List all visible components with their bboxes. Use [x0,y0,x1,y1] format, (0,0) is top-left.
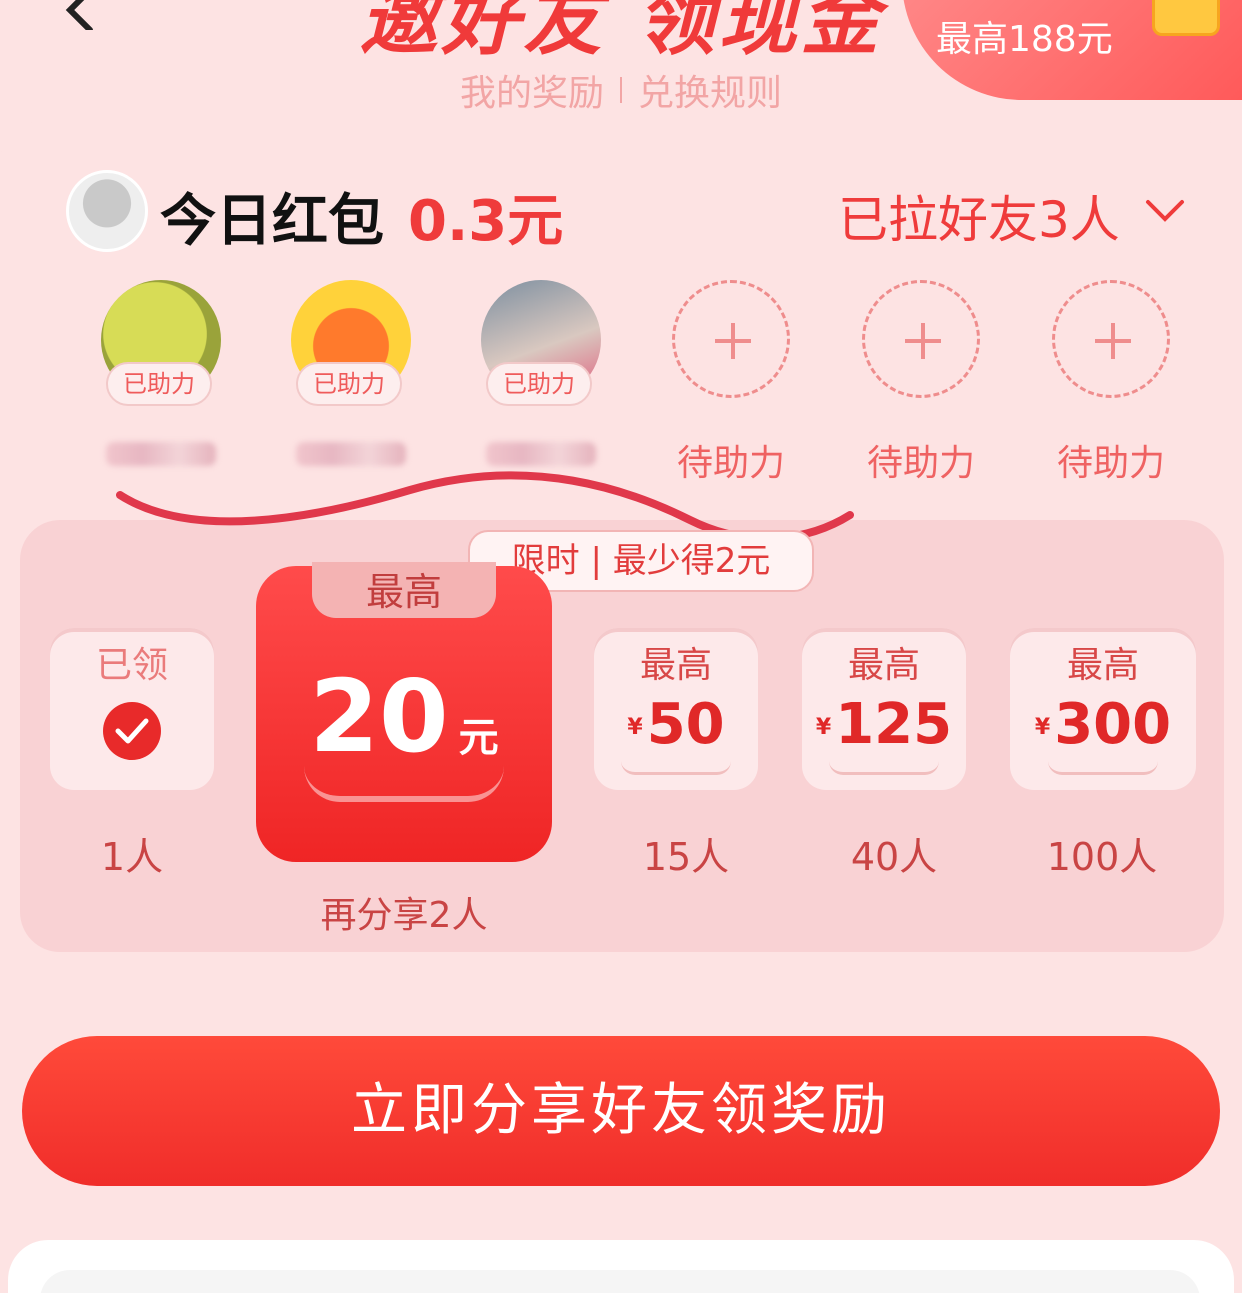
share-reward-button[interactable]: 立即分享好友领奖励 [22,1036,1220,1186]
decorative-curve [621,761,731,775]
tier-value: ¥50 [627,692,725,757]
helped-badge: 已助力 [106,362,212,406]
tier-count: 40人 [850,835,938,879]
invited-count[interactable]: 已拉好友3人 [838,180,1120,252]
today-redpacket-label: 今日红包 [160,189,384,254]
plus-icon[interactable] [862,280,980,398]
tier-card: 最高 ¥50 [594,628,758,790]
tier-current[interactable]: 最高 20 元 [256,562,552,862]
coin-icon [1152,0,1220,36]
pending-label: 待助力 [1056,443,1165,484]
tier-count: 1人 [100,835,164,879]
tier-title: 最高 [639,645,712,686]
my-rewards-link[interactable]: 我的奖励 [460,64,604,116]
tier-value: ¥300 [1034,692,1172,757]
tier-title: 最高 [312,562,496,618]
friend-avatar: 已助力 [481,280,601,406]
decorative-curve [1048,761,1158,775]
tier-title: 最高 [847,645,920,686]
tier-value: 20 元 [309,658,499,775]
tier-card: 最高 ¥300 [1010,628,1196,790]
tier-count: 100人 [1046,835,1158,879]
plus-icon[interactable] [672,280,790,398]
tier-title: 最高 [1066,645,1139,686]
friend-avatar: 已助力 [101,280,221,406]
decorative-curve [829,761,939,775]
header-links: 我的奖励 兑换规则 [0,64,1242,116]
tier-note: 再分享2人 [320,895,488,936]
decorative-curve [304,766,504,802]
corner-badge-text: 最高188元 [936,19,1113,60]
friend-avatar: 已助力 [291,280,411,406]
helped-badge: 已助力 [296,362,402,406]
tier-title: 已领 [95,645,168,686]
tier-claimed: 已领 [50,628,214,790]
divider [620,77,622,103]
plus-icon[interactable] [1052,280,1170,398]
avatar [66,170,148,252]
tier-card: 最高 ¥125 [802,628,966,790]
today-redpacket-amount: 0.3元 [408,189,564,254]
exchange-rules-link[interactable]: 兑换规则 [638,64,782,116]
pending-slot[interactable]: 待助力 [1036,280,1186,484]
chevron-down-icon[interactable] [1142,188,1188,234]
tier-value: ¥125 [815,692,953,757]
helped-badge: 已助力 [486,362,592,406]
tier-count: 15人 [642,835,730,879]
bottom-card-inner [40,1270,1200,1293]
check-icon [103,702,161,760]
